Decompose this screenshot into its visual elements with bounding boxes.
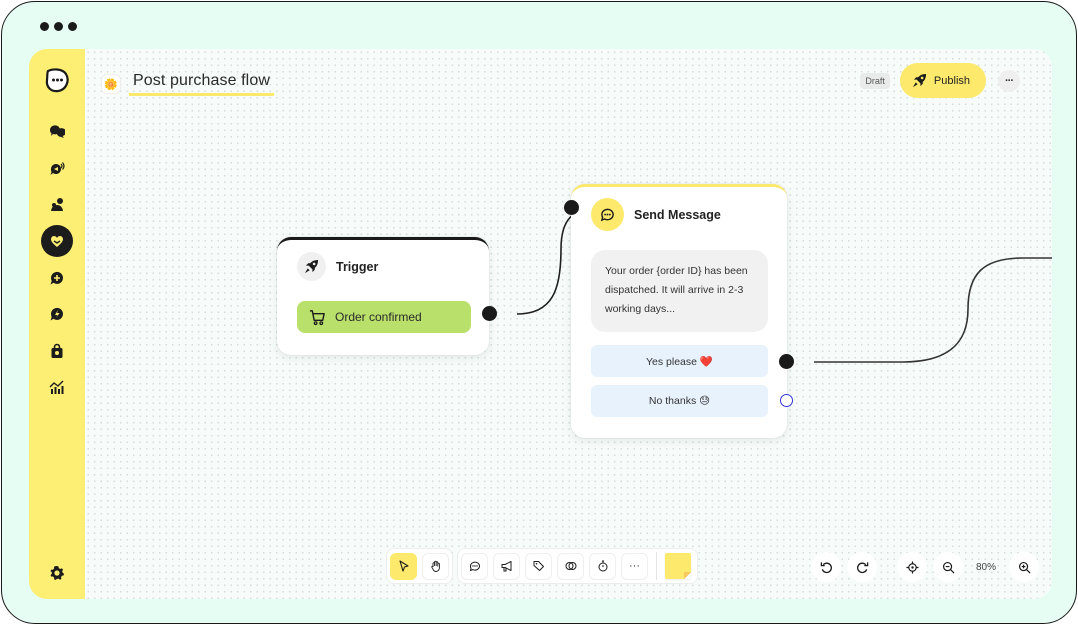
sidebar-item-conversations[interactable] — [41, 116, 73, 148]
select-tool-button[interactable] — [390, 552, 417, 580]
zoom-in-button[interactable] — [1009, 552, 1039, 582]
crosshair-icon — [905, 560, 919, 574]
message-icon-wrap — [591, 198, 624, 231]
zoom-out-icon — [942, 561, 954, 573]
chat-bubble-logo-icon[interactable] — [43, 66, 71, 94]
rocket-icon — [304, 259, 319, 274]
sidebar-item-automations[interactable] — [41, 298, 73, 330]
sidebar-item-analytics[interactable] — [41, 371, 73, 403]
flow-title[interactable]: Post purchase flow — [129, 72, 274, 96]
chat-dots-icon — [600, 208, 614, 222]
megaphone-icon — [501, 561, 511, 572]
chat-plus-icon — [50, 271, 63, 285]
publish-label: Publish — [933, 74, 970, 87]
split-icon — [565, 562, 576, 570]
undo-button[interactable] — [811, 552, 841, 582]
tag-icon — [533, 561, 544, 571]
add-message-node-button[interactable] — [461, 552, 488, 580]
more-nodes-button[interactable]: ··· — [621, 552, 648, 580]
app-container: 🌼 Post purchase flow Draft Publish ··· T… — [29, 49, 1052, 599]
stopwatch-icon — [598, 560, 607, 572]
reply-no-output-handle[interactable] — [780, 394, 793, 407]
flow-emoji-icon[interactable]: 🌼 — [101, 74, 121, 94]
send-message-node-title: Send Message — [634, 207, 721, 222]
trigger-node-header: Trigger — [297, 252, 378, 281]
window-controls — [40, 22, 77, 31]
sidebar-item-flows[interactable] — [41, 225, 73, 257]
sidebar-item-add[interactable] — [41, 262, 73, 294]
cart-icon — [309, 309, 325, 325]
zoom-out-button[interactable] — [933, 552, 963, 582]
send-message-node-header: Send Message — [591, 198, 721, 231]
add-broadcast-node-button[interactable] — [493, 552, 520, 580]
more-options-button[interactable]: ··· — [998, 69, 1020, 92]
chat-broadcast-icon — [50, 162, 65, 175]
send-message-node[interactable]: Send Message Your order {order ID} has b… — [571, 184, 787, 438]
zoom-level: 80% — [975, 561, 996, 573]
trigger-event-chip[interactable]: Order confirmed — [297, 301, 471, 333]
reply-button-no[interactable]: No thanks 😓 — [591, 385, 768, 417]
sidebar-item-shop[interactable] — [41, 335, 73, 367]
sidebar — [29, 49, 85, 599]
trigger-event-label: Order confirmed — [335, 310, 422, 324]
chat-bolt-icon — [50, 307, 63, 321]
chat-dots-icon — [469, 561, 480, 572]
sidebar-item-contacts[interactable] — [41, 189, 73, 221]
analytics-icon — [49, 380, 64, 394]
window-dot[interactable] — [40, 22, 49, 31]
flows-heart-icon — [51, 236, 63, 247]
flow-edges — [516, 207, 1052, 363]
contacts-icon — [51, 198, 63, 211]
add-condition-node-button[interactable] — [557, 552, 584, 580]
redo-icon — [856, 561, 868, 573]
recenter-button[interactable] — [897, 552, 927, 582]
tool-group — [386, 548, 453, 584]
add-delay-node-button[interactable] — [589, 552, 616, 580]
status-badge: Draft — [860, 72, 890, 89]
toolbar-divider — [656, 552, 657, 580]
message-input-handle[interactable] — [564, 200, 579, 215]
edge-yes-to-next — [814, 257, 1052, 363]
zoom-in-icon — [1018, 561, 1030, 573]
trigger-node-title: Trigger — [336, 259, 379, 274]
hand-icon — [430, 560, 440, 572]
zoom-controls: 80% — [811, 552, 1039, 582]
publish-button[interactable]: Publish — [899, 63, 986, 98]
sticky-note-icon[interactable] — [665, 553, 691, 579]
pointer-icon — [398, 560, 409, 572]
sidebar-item-settings[interactable] — [41, 557, 73, 589]
flow-canvas[interactable]: 🌼 Post purchase flow Draft Publish ··· T… — [85, 49, 1052, 599]
undo-icon — [820, 561, 832, 573]
trigger-node[interactable]: Trigger Order confirmed — [277, 237, 489, 355]
trigger-output-handle[interactable] — [482, 306, 497, 321]
trigger-icon-wrap — [297, 252, 326, 281]
redo-button[interactable] — [847, 552, 877, 582]
shopping-bag-icon — [51, 343, 63, 358]
window-dot[interactable] — [68, 22, 77, 31]
flow-title-group: 🌼 Post purchase flow — [101, 72, 274, 96]
rocket-icon — [912, 73, 926, 88]
node-group: ··· — [457, 548, 698, 584]
chat-bubbles-icon — [49, 125, 65, 138]
canvas-toolbar: ··· — [386, 548, 698, 584]
window-frame: 🌼 Post purchase flow Draft Publish ··· T… — [1, 1, 1077, 624]
header-actions: Draft Publish ··· — [860, 63, 1020, 98]
sidebar-item-broadcast[interactable] — [41, 153, 73, 185]
reply-yes-output-handle[interactable] — [779, 354, 794, 369]
reply-button-yes[interactable]: Yes please ❤️ — [591, 345, 768, 377]
add-tag-node-button[interactable] — [525, 552, 552, 580]
gear-icon — [50, 566, 64, 580]
pan-tool-button[interactable] — [422, 552, 449, 580]
window-dot[interactable] — [54, 22, 63, 31]
message-bubble[interactable]: Your order {order ID} has been dispatche… — [591, 250, 768, 332]
